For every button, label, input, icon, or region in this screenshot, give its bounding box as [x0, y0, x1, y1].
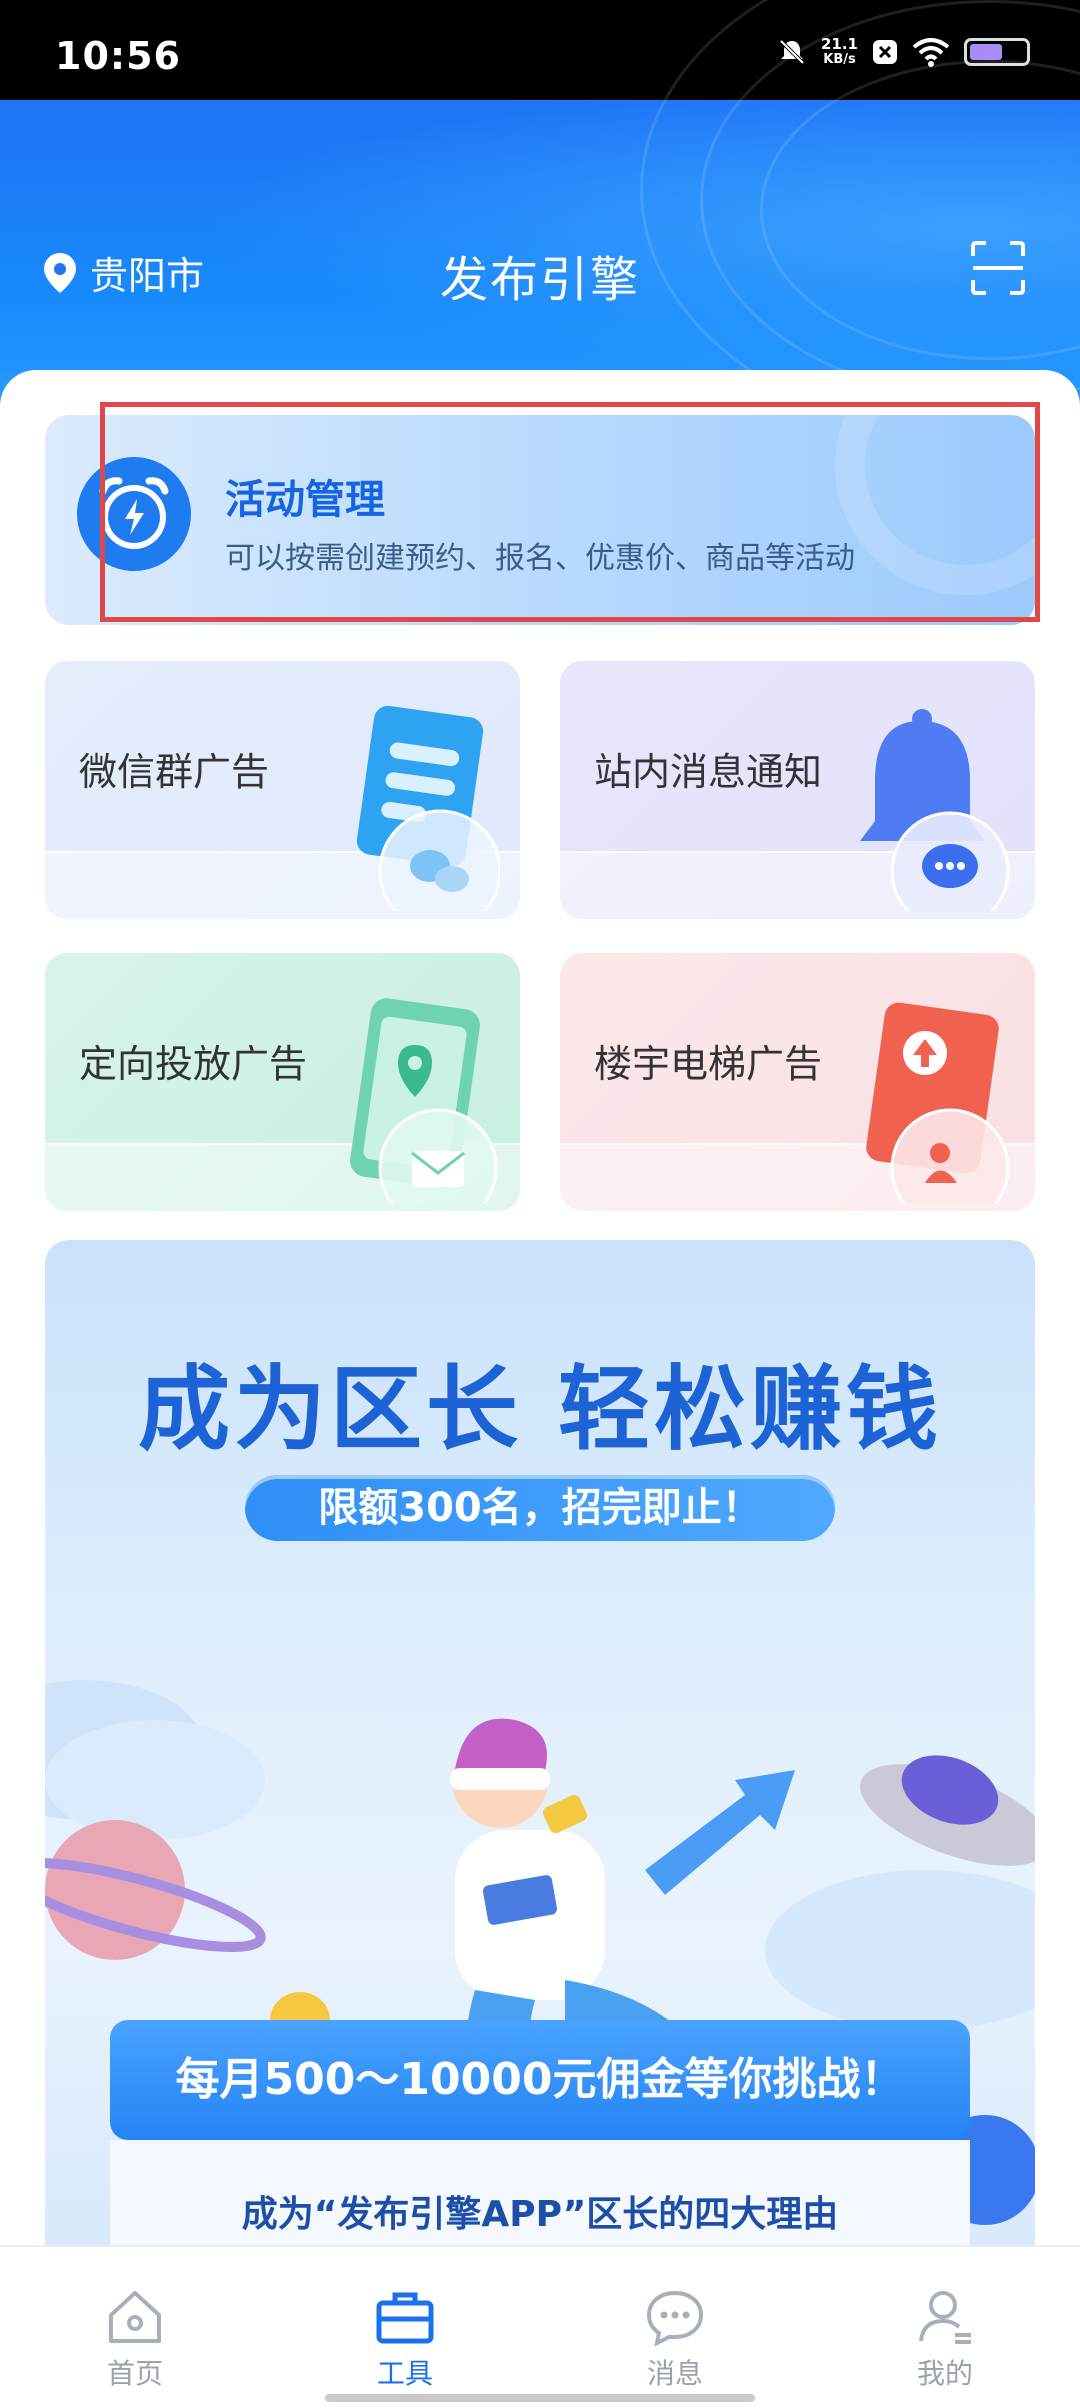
quota-pill: 限额300名，招完即止！: [245, 1475, 835, 1541]
building-elevator-ad-card[interactable]: 楼宇电梯广告: [560, 953, 1035, 1211]
targeted-ad-card[interactable]: 定向投放广告: [45, 953, 520, 1211]
wechat-group-ad-card[interactable]: 微信群广告: [45, 661, 520, 919]
commission-bar: 每月500～10000元佣金等你挑战！: [110, 2020, 970, 2140]
status-time: 10:56: [55, 34, 181, 78]
bottom-tab-bar: 首页 工具 消息 我的: [0, 2245, 1080, 2408]
home-icon: [109, 2291, 161, 2343]
wechat-document-icon: [356, 705, 500, 911]
tab-label: 工具: [376, 2357, 433, 2390]
phone-map-icon: [350, 998, 498, 1203]
tab-home[interactable]: 首页: [0, 2247, 270, 2390]
tab-messages[interactable]: 消息: [540, 2247, 810, 2390]
recruitment-banner[interactable]: 成为区长 轻松赚钱 限额300名，招完即止！ 每月500～10000元佣金等你挑…: [45, 1240, 1035, 2250]
home-indicator[interactable]: [325, 2394, 755, 2402]
scan-icon[interactable]: [970, 240, 1026, 296]
tab-label: 首页: [106, 2357, 163, 2390]
tab-profile[interactable]: 我的: [810, 2247, 1080, 2390]
highlight-box: [100, 402, 1040, 622]
message-icon: [646, 2290, 704, 2347]
tab-label: 我的: [916, 2357, 973, 2390]
tab-tools[interactable]: 工具: [270, 2247, 540, 2390]
profile-icon: [919, 2291, 971, 2344]
elevator-icon: [866, 1002, 1010, 1203]
card-label: 定向投放广告: [79, 1042, 308, 1086]
banner-headline: 成为区长 轻松赚钱: [137, 1356, 943, 1463]
bell-icon: [860, 709, 1010, 911]
page-title: 发布引擎: [439, 252, 640, 308]
reasons-title: 成为“发布引擎APP”区长的四大理由: [241, 2194, 839, 2235]
card-label: 站内消息通知: [594, 750, 823, 794]
card-label: 微信群广告: [79, 750, 270, 794]
tab-label: 消息: [646, 2357, 703, 2390]
toolbox-icon: [376, 2292, 434, 2344]
reasons-panel: 成为“发布引擎APP”区长的四大理由: [110, 2140, 970, 2250]
card-label: 楼宇电梯广告: [594, 1042, 823, 1086]
site-message-notice-card[interactable]: 站内消息通知: [560, 661, 1035, 919]
